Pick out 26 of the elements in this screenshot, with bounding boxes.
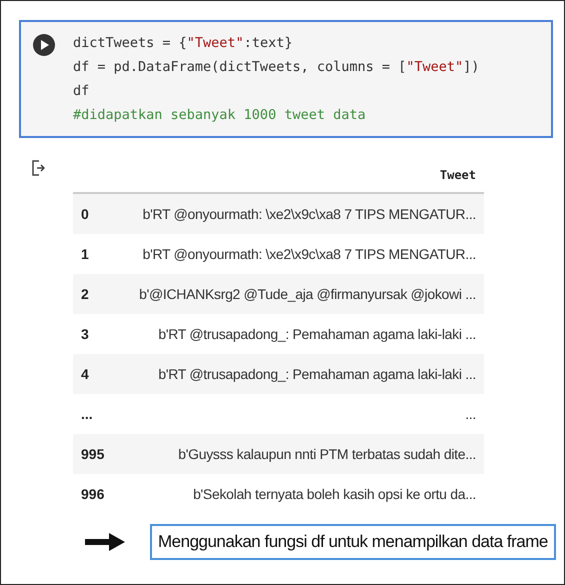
code-line: #didapatkan sebanyak 1000 tweet data xyxy=(73,106,367,125)
row-index: 4 xyxy=(80,366,90,382)
table-cell-text: b'@ICHANKsrg2 @Tude_aja @firmanyursak @jokowi ... xyxy=(138,286,477,302)
row-index: 995 xyxy=(80,446,106,462)
code-line: dictTweets = {"Tweet":text} xyxy=(73,34,294,53)
output-icon xyxy=(31,160,45,176)
row-index: 2 xyxy=(80,286,90,302)
table-cell-text: ... xyxy=(464,406,477,422)
table-cell-text: b'RT @onyourmath: \xe2\x9c\xa8 7 TIPS MENGATUR... xyxy=(142,246,477,262)
table-cell-text: b'Guysss kalaupun nnti PTM terbatas sudah dite... xyxy=(177,446,477,462)
column-header: Tweet xyxy=(440,168,476,182)
row-index: 996 xyxy=(80,486,106,502)
table-cell-text: b'RT @trusapadong_: Pemahaman agama laki-laki ... xyxy=(157,366,477,382)
row-index: 3 xyxy=(80,326,90,342)
caption: Menggunakan fungsi df untuk menampilkan data frame xyxy=(150,524,556,560)
row-index: ... xyxy=(80,406,94,422)
code-line: df = pd.DataFrame(dictTweets, columns = ["Tweet"]) xyxy=(73,58,480,77)
run-icon[interactable] xyxy=(33,34,55,56)
table-cell-text: b'RT @onyourmath: \xe2\x9c\xa8 7 TIPS MENGATUR... xyxy=(142,206,477,222)
row-index: 0 xyxy=(80,206,90,222)
row-index: 1 xyxy=(80,246,90,262)
code-line: df xyxy=(73,82,90,101)
table-cell-text: b'RT @trusapadong_: Pemahaman agama laki-laki ... xyxy=(157,326,477,342)
arrow-icon xyxy=(85,532,125,552)
code-cell[interactable]: dictTweets = {"Tweet":text} df = pd.DataFrame(dictTweets, columns = ["Tweet"]) df #didapatkan sebanyak 1000 tweet data xyxy=(19,20,553,138)
table-cell-text: b'Sekolah ternyata boleh kasih opsi ke ortu da... xyxy=(192,486,477,502)
